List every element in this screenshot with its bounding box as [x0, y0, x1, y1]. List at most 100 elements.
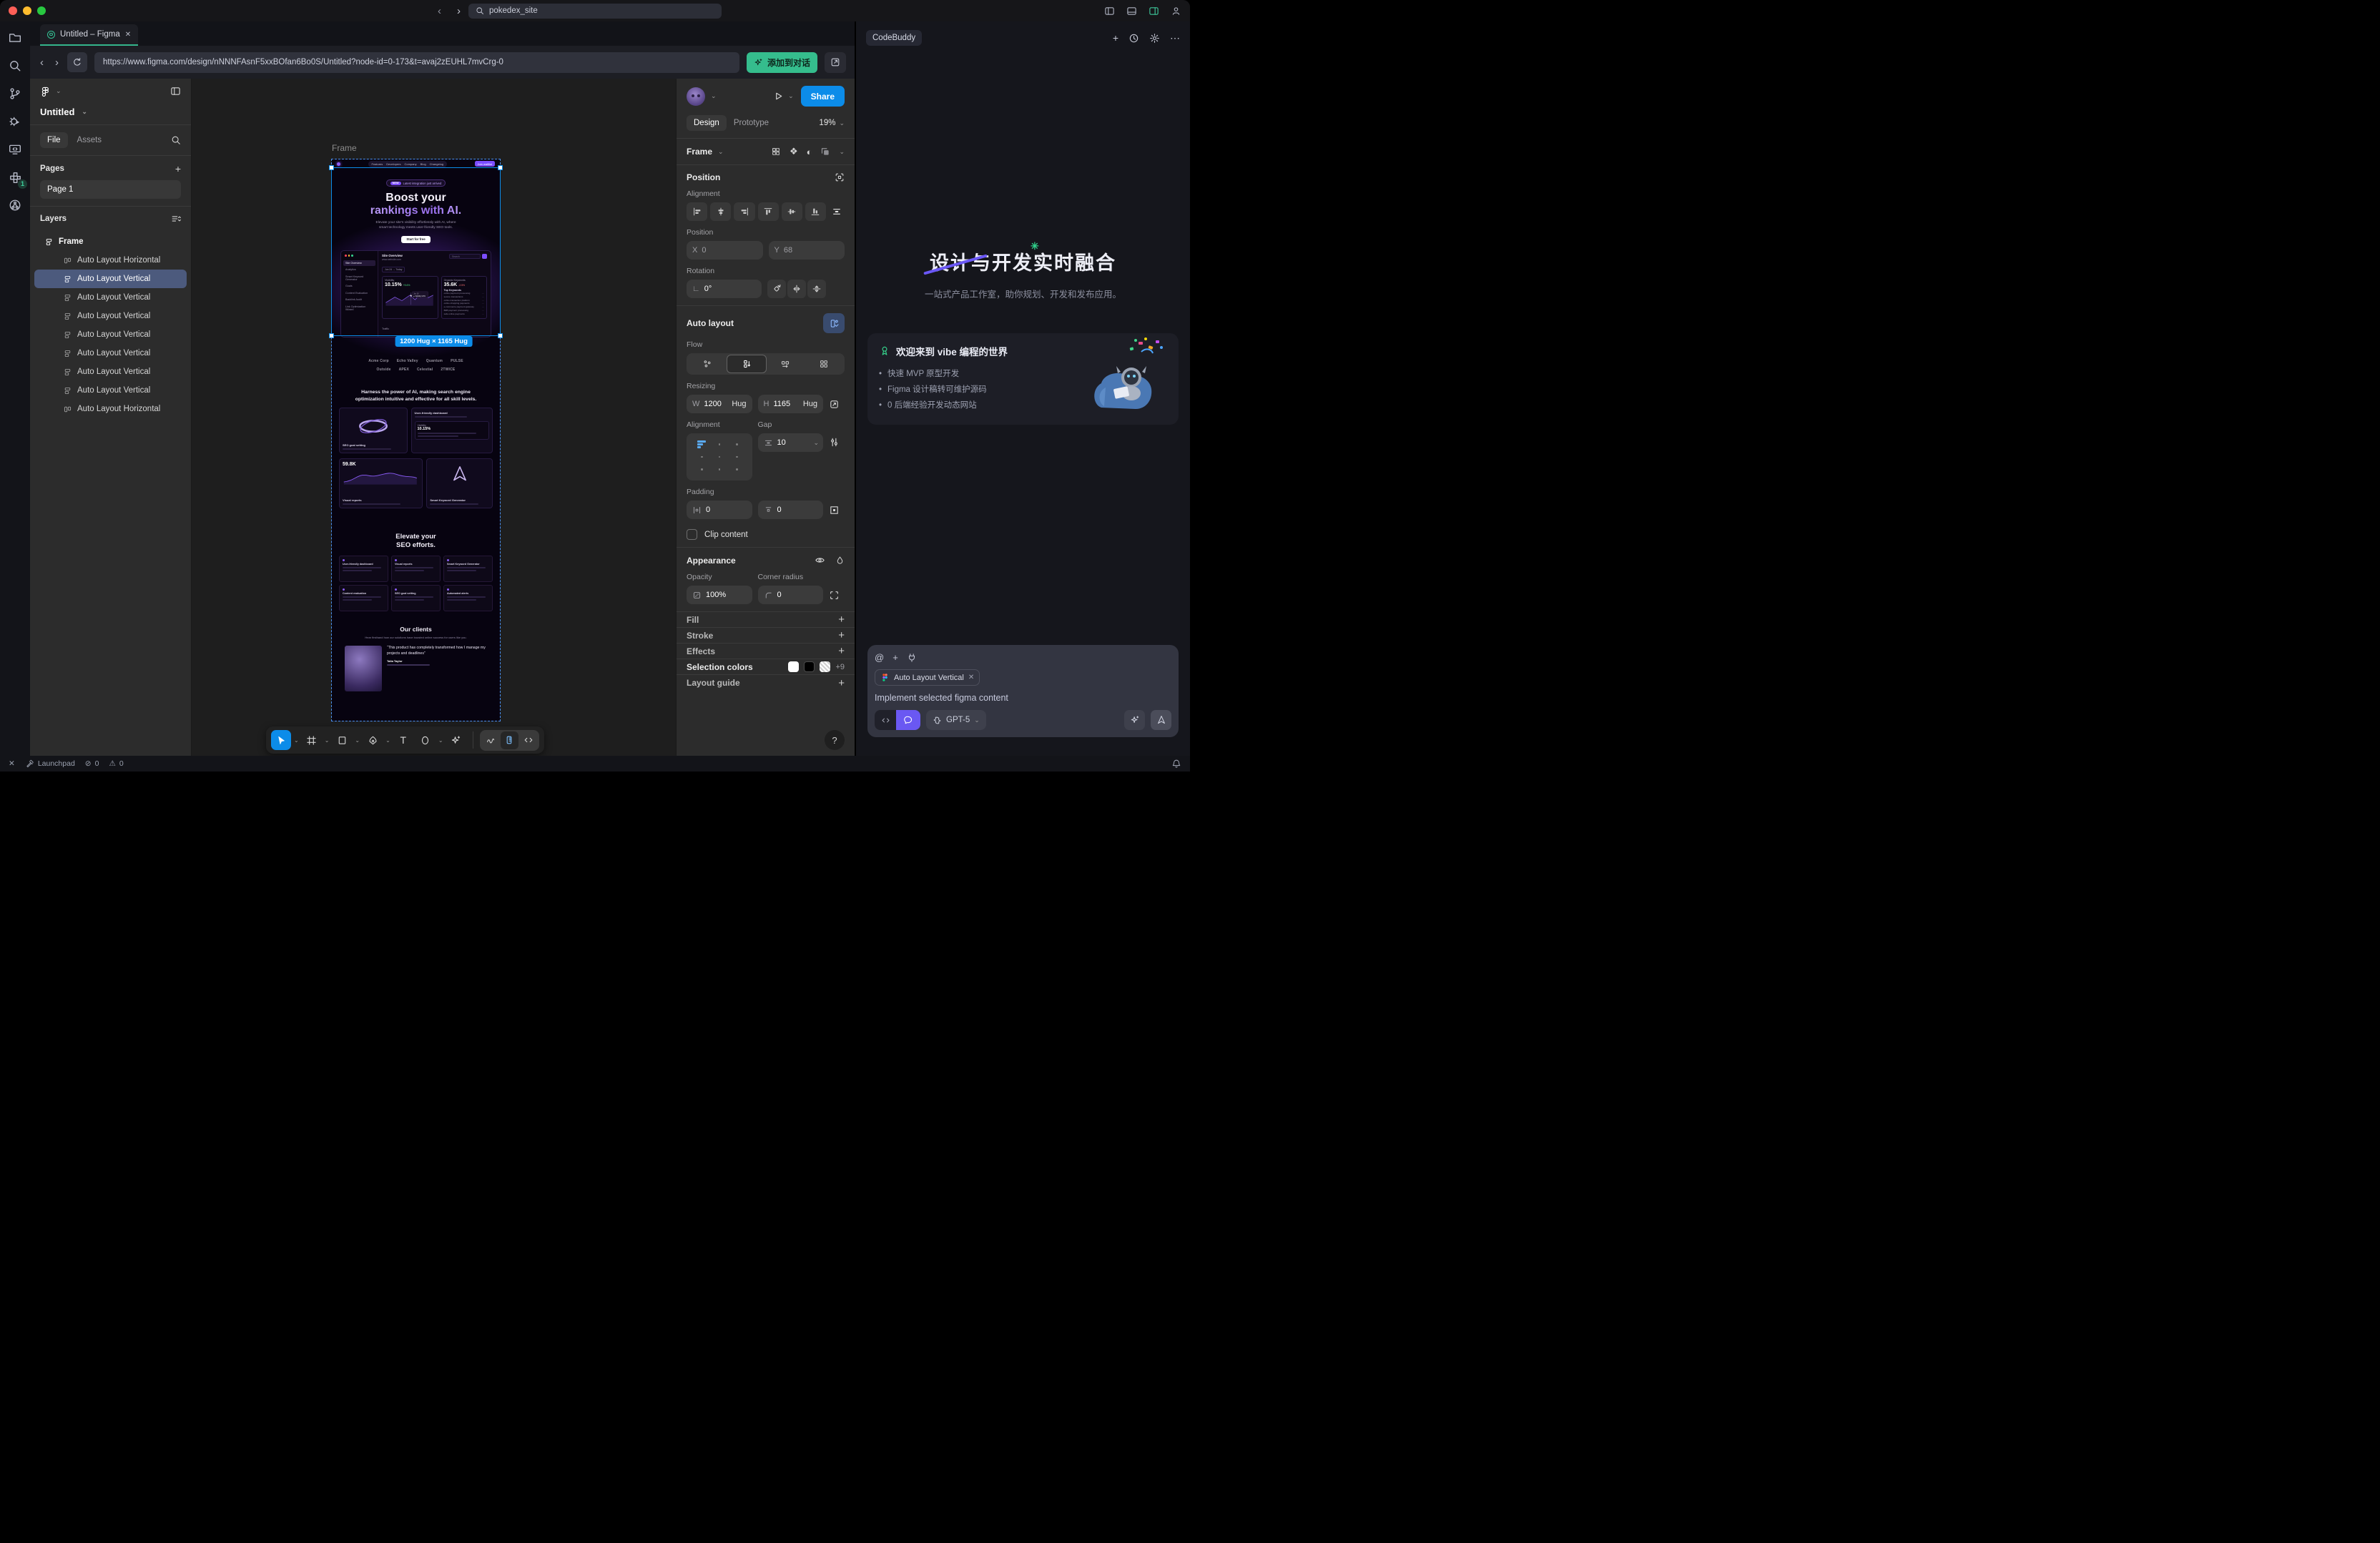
- width-input[interactable]: W1200Hug: [687, 395, 752, 413]
- dev-mode-icon[interactable]: [521, 731, 536, 749]
- move-tool-chevron[interactable]: ⌄: [294, 737, 299, 744]
- frame-tool-chevron[interactable]: ⌄: [325, 737, 330, 744]
- figma-menu-chevron[interactable]: ⌄: [56, 87, 62, 95]
- history-icon[interactable]: [1128, 33, 1139, 44]
- pen-tool[interactable]: [363, 730, 383, 750]
- distribute-button[interactable]: [829, 202, 845, 221]
- add-fill-icon[interactable]: +: [838, 613, 845, 626]
- layer-row[interactable]: Auto Layout Vertical: [34, 344, 187, 363]
- traffic-lights[interactable]: [9, 6, 46, 15]
- text-tool[interactable]: T: [393, 730, 413, 750]
- flip-vertical-button[interactable]: [807, 280, 826, 298]
- launchpad-item[interactable]: Launchpad: [25, 759, 75, 769]
- shape-tool-chevron[interactable]: ⌄: [355, 737, 360, 744]
- notifications-bell-icon[interactable]: [1171, 759, 1181, 769]
- share-graph-icon[interactable]: [6, 196, 24, 215]
- bool-group-icon[interactable]: [820, 147, 830, 157]
- tab-design[interactable]: Design: [687, 115, 727, 131]
- new-chat-icon[interactable]: +: [1113, 32, 1118, 44]
- toggle-right-panel-icon[interactable]: [1149, 6, 1159, 16]
- ellipse-tool-chevron[interactable]: ⌄: [438, 737, 443, 744]
- browser-tab-figma[interactable]: Untitled – Figma ✕: [40, 24, 138, 46]
- component-icon[interactable]: [771, 147, 781, 157]
- align-right-button[interactable]: [734, 202, 754, 221]
- toggle-left-panel-icon[interactable]: [1104, 6, 1115, 16]
- url-field[interactable]: https://www.figma.com/design/nNNNFAsnF5x…: [94, 52, 739, 73]
- add-stroke-icon[interactable]: +: [838, 629, 845, 641]
- codebuddy-input-box[interactable]: @ + Auto Layout Vertical ✕ Implement sel…: [867, 645, 1179, 737]
- extensions-icon[interactable]: 1: [6, 168, 24, 187]
- selection-color-swatch[interactable]: [820, 661, 830, 672]
- collapse-sidebar-icon[interactable]: [170, 86, 181, 97]
- add-to-chat-button[interactable]: 添加到对话: [747, 52, 817, 73]
- variants-icon[interactable]: ❖: [790, 146, 798, 157]
- rotate-90-button[interactable]: [767, 280, 786, 298]
- avatar-chevron[interactable]: ⌄: [711, 92, 717, 100]
- individual-corners-icon[interactable]: [829, 590, 840, 601]
- tab-close-icon[interactable]: ✕: [125, 31, 131, 39]
- gap-input[interactable]: 10 ⌄: [758, 433, 824, 452]
- present-chevron[interactable]: ⌄: [788, 92, 794, 100]
- align-v-center-button[interactable]: [782, 202, 802, 221]
- align-bottom-button[interactable]: [805, 202, 826, 221]
- layers-options-icon[interactable]: [171, 214, 181, 224]
- layer-row[interactable]: Auto Layout Vertical: [34, 381, 187, 400]
- model-selector[interactable]: GPT-5 ⌄: [926, 710, 986, 730]
- padding-h-input[interactable]: 0: [687, 501, 752, 519]
- history-back-button[interactable]: ‹: [438, 5, 441, 17]
- shape-tool[interactable]: [332, 730, 352, 750]
- search-icon[interactable]: [6, 56, 24, 75]
- explorer-icon[interactable]: [6, 29, 24, 47]
- selection-colors-more[interactable]: +9: [835, 663, 845, 671]
- flow-horizontal-button[interactable]: [767, 355, 805, 373]
- chip-remove-icon[interactable]: ✕: [968, 674, 974, 681]
- design-frame[interactable]: FeaturesDevelopersCompanyBlogChangelog J…: [332, 159, 500, 721]
- clip-content-checkbox[interactable]: [687, 529, 697, 540]
- blend-drop-icon[interactable]: [835, 555, 845, 566]
- individual-padding-icon[interactable]: [829, 505, 840, 516]
- page-forward-button[interactable]: ›: [55, 56, 59, 69]
- add-page-icon[interactable]: +: [175, 163, 181, 174]
- x-input[interactable]: X0: [687, 241, 763, 260]
- problems-errors[interactable]: ⊘0: [85, 759, 99, 768]
- page-back-button[interactable]: ‹: [40, 56, 44, 69]
- align-h-center-button[interactable]: [710, 202, 731, 221]
- zoom-level-dropdown[interactable]: 19%⌄: [819, 119, 845, 127]
- statusbar-close-icon[interactable]: ✕: [9, 759, 15, 768]
- layer-row[interactable]: Auto Layout Vertical: [34, 363, 187, 381]
- align-left-button[interactable]: [687, 202, 707, 221]
- attach-plus-icon[interactable]: +: [892, 652, 898, 663]
- rotation-input[interactable]: ∟0°: [687, 280, 762, 298]
- height-input[interactable]: H1165Hug: [758, 395, 824, 413]
- problems-warnings[interactable]: ⚠0: [109, 759, 123, 768]
- selection-color-swatch[interactable]: [788, 661, 799, 672]
- ellipse-tool[interactable]: [415, 730, 436, 750]
- toggle-bottom-panel-icon[interactable]: [1126, 6, 1137, 16]
- actions-ai-tool[interactable]: [446, 730, 466, 750]
- frame-tool[interactable]: [302, 730, 322, 750]
- flow-grid-button[interactable]: [805, 355, 843, 373]
- padding-v-input[interactable]: 0: [758, 501, 824, 519]
- context-chip[interactable]: Auto Layout Vertical ✕: [875, 669, 980, 686]
- layer-row[interactable]: Auto Layout Horizontal: [34, 251, 187, 270]
- send-button[interactable]: [1151, 710, 1171, 730]
- mention-icon[interactable]: @: [875, 652, 884, 663]
- figma-logo-icon[interactable]: [40, 86, 51, 97]
- frame-target-icon[interactable]: [835, 172, 845, 182]
- flow-vertical-button[interactable]: [727, 355, 767, 373]
- opacity-input[interactable]: 100%: [687, 586, 752, 604]
- minimize-window-button[interactable]: [23, 6, 31, 15]
- y-input[interactable]: Y68: [769, 241, 845, 260]
- layer-row[interactable]: Frame: [34, 232, 187, 251]
- pen-tool-chevron[interactable]: ⌄: [385, 737, 390, 744]
- tab-assets[interactable]: Assets: [77, 136, 102, 144]
- layer-row-selected[interactable]: Auto Layout Vertical: [34, 270, 187, 288]
- avatar[interactable]: [687, 87, 705, 106]
- draw-mode-icon[interactable]: [483, 731, 498, 749]
- move-tool[interactable]: [271, 730, 291, 750]
- add-effect-icon[interactable]: +: [838, 645, 845, 657]
- history-forward-button[interactable]: ›: [457, 5, 461, 17]
- tab-prototype[interactable]: Prototype: [734, 119, 769, 127]
- gap-chevron[interactable]: ⌄: [813, 439, 819, 447]
- align-top-button[interactable]: [758, 202, 779, 221]
